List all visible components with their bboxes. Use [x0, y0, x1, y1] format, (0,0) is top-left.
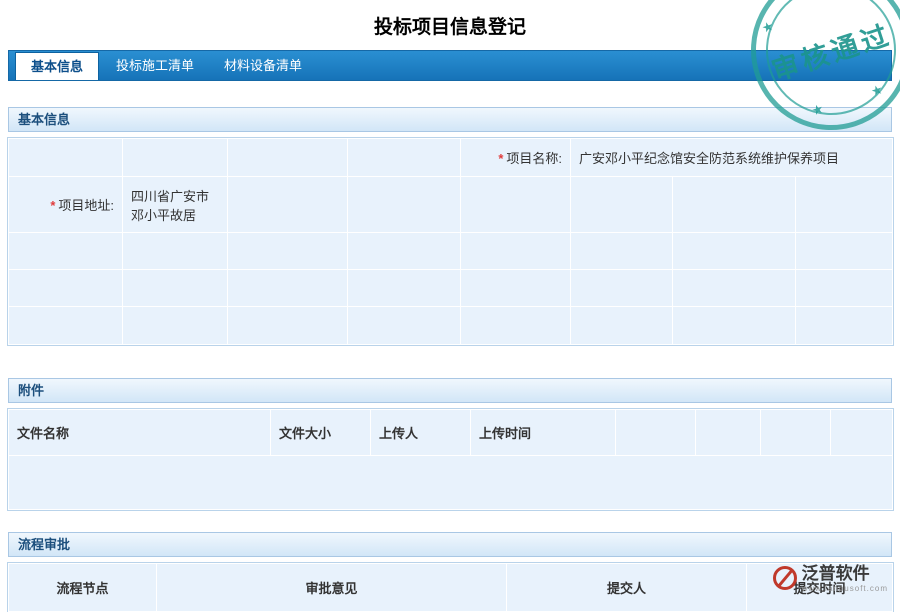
tab-basic-info[interactable]: 基本信息 — [15, 52, 99, 80]
empty-cell — [9, 139, 123, 177]
col-header-file-name: 文件名称 — [9, 410, 271, 456]
project-address-value[interactable]: 四川省广安市邓小平故居 — [123, 177, 228, 233]
empty-cell — [696, 410, 761, 456]
empty-cell — [796, 233, 893, 270]
table-row — [9, 233, 893, 270]
tab-bar: 基本信息 投标施工清单 材料设备清单 — [8, 50, 892, 81]
project-address-label-text: 项目地址: — [58, 198, 114, 213]
fanpu-logo: 泛普软件 www.fanpusoft.com — [773, 564, 888, 593]
empty-cell — [461, 233, 571, 270]
empty-cell — [673, 270, 796, 307]
approval-header-row: 流程节点 审批意见 提交人 提交时间 — [9, 564, 893, 612]
page-title: 投标项目信息登记 — [0, 0, 900, 50]
empty-cell — [123, 270, 228, 307]
empty-cell — [796, 270, 893, 307]
col-header-submitter: 提交人 — [507, 564, 747, 612]
project-name-value[interactable]: 广安邓小平纪念馆安全防范系统维护保养项目 — [571, 139, 893, 177]
empty-cell — [123, 307, 228, 345]
stamp-star-icon: ★ — [869, 81, 885, 100]
table-row: *项目名称: 广安邓小平纪念馆安全防范系统维护保养项目 — [9, 139, 893, 177]
empty-cell — [348, 233, 461, 270]
empty-cell — [228, 270, 348, 307]
empty-cell — [9, 233, 123, 270]
attachments-header-row: 文件名称 文件大小 上传人 上传时间 — [9, 410, 893, 456]
table-row — [9, 270, 893, 307]
empty-cell — [9, 270, 123, 307]
tab-material-equipment-list[interactable]: 材料设备清单 — [209, 51, 317, 80]
empty-cell — [761, 410, 831, 456]
required-asterisk: * — [50, 198, 55, 213]
basic-info-table: *项目名称: 广安邓小平纪念馆安全防范系统维护保养项目 *项目地址: 四川省广安… — [8, 138, 893, 345]
empty-cell — [616, 410, 696, 456]
empty-cell — [123, 233, 228, 270]
tab-bid-construction-list[interactable]: 投标施工清单 — [101, 51, 209, 80]
fanpu-logo-name: 泛普软件 — [802, 564, 888, 584]
empty-cell — [571, 177, 673, 233]
attachments-empty-row — [9, 456, 893, 510]
empty-cell — [461, 307, 571, 345]
empty-cell — [9, 456, 893, 510]
approval-flow-table: 流程节点 审批意见 提交人 提交时间 — [8, 563, 893, 612]
empty-cell — [796, 177, 893, 233]
section-header-attachments: 附件 — [8, 378, 892, 403]
empty-cell — [348, 307, 461, 345]
empty-cell — [123, 139, 228, 177]
empty-cell — [673, 307, 796, 345]
empty-cell — [461, 177, 571, 233]
empty-cell — [571, 307, 673, 345]
empty-cell — [461, 270, 571, 307]
col-header-file-size: 文件大小 — [271, 410, 371, 456]
col-header-approval-opinion: 审批意见 — [157, 564, 507, 612]
empty-cell — [796, 307, 893, 345]
table-row: *项目地址: 四川省广安市邓小平故居 — [9, 177, 893, 233]
col-header-flow-node: 流程节点 — [9, 564, 157, 612]
empty-cell — [228, 233, 348, 270]
empty-cell — [571, 270, 673, 307]
empty-cell — [348, 139, 461, 177]
empty-cell — [831, 410, 893, 456]
project-name-label: *项目名称: — [461, 139, 571, 177]
empty-cell — [348, 270, 461, 307]
col-header-upload-time: 上传时间 — [471, 410, 616, 456]
empty-cell — [571, 233, 673, 270]
section-header-approval-flow: 流程审批 — [8, 532, 892, 557]
project-address-label: *项目地址: — [9, 177, 123, 233]
section-header-basic-info: 基本信息 — [8, 107, 892, 132]
empty-cell — [228, 177, 348, 233]
fanpu-logo-subtext: www.fanpusoft.com — [802, 584, 888, 593]
empty-cell — [9, 307, 123, 345]
table-row — [9, 307, 893, 345]
empty-cell — [673, 177, 796, 233]
empty-cell — [228, 139, 348, 177]
required-asterisk: * — [498, 151, 503, 166]
project-name-label-text: 项目名称: — [506, 151, 562, 166]
empty-cell — [673, 233, 796, 270]
col-header-uploader: 上传人 — [371, 410, 471, 456]
empty-cell — [348, 177, 461, 233]
attachments-table: 文件名称 文件大小 上传人 上传时间 — [8, 409, 893, 510]
fanpu-logo-icon — [773, 566, 797, 590]
empty-cell — [228, 307, 348, 345]
